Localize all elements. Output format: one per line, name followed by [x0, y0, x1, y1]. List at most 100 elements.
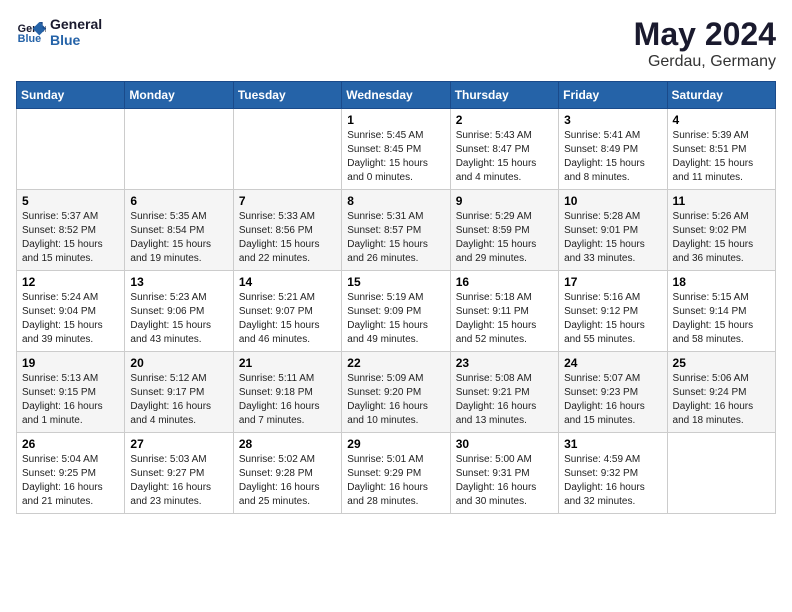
day-number: 1 — [347, 113, 444, 127]
calendar-cell: 16Sunrise: 5:18 AM Sunset: 9:11 PM Dayli… — [450, 271, 558, 352]
day-number: 26 — [22, 437, 119, 451]
day-number: 28 — [239, 437, 336, 451]
calendar-week-row: 1Sunrise: 5:45 AM Sunset: 8:45 PM Daylig… — [17, 109, 776, 190]
calendar-cell: 23 Sunrise: 5:08 AM Sunset: 9:21 PM Dayli… — [450, 352, 558, 433]
calendar-cell — [125, 109, 233, 190]
day-number: 9 — [456, 194, 553, 208]
day-number: 20 — [130, 356, 227, 370]
title-block: May 2024 Gerdau, Germany — [634, 16, 776, 71]
calendar-cell — [667, 433, 775, 514]
calendar-cell: 20 Sunrise: 5:12 AM Sunset: 9:17 PM Dayli… — [125, 352, 233, 433]
weekday-header-thursday: Thursday — [450, 82, 558, 109]
day-info: Sunrise: 5:09 AM Sunset: 9:20 PM Dayligh… — [347, 372, 444, 428]
calendar-cell: 17Sunrise: 5:16 AM Sunset: 9:12 PM Dayli… — [559, 271, 667, 352]
day-info: Sunrise: 5:28 AM Sunset: 9:01 PM Dayligh… — [564, 210, 661, 266]
weekday-header-wednesday: Wednesday — [342, 82, 450, 109]
calendar-cell: 21 Sunrise: 5:11 AM Sunset: 9:18 PM Dayli… — [233, 352, 341, 433]
day-info: Sunrise: 5:06 AM Sunset: 9:24 PM Dayligh… — [673, 372, 770, 428]
day-number: 15 — [347, 275, 444, 289]
calendar-cell: 25 Sunrise: 5:06 AM Sunset: 9:24 PM Dayli… — [667, 352, 775, 433]
calendar-cell: 4 Sunrise: 5:39 AM Sunset: 8:51 PM Daylig… — [667, 109, 775, 190]
calendar-cell: 27Sunrise: 5:03 AM Sunset: 9:27 PM Dayli… — [125, 433, 233, 514]
calendar-body: 1Sunrise: 5:45 AM Sunset: 8:45 PM Daylig… — [17, 109, 776, 514]
weekday-header-friday: Friday — [559, 82, 667, 109]
day-info: Sunrise: 5:31 AM Sunset: 8:57 PM Dayligh… — [347, 210, 444, 266]
weekday-header-sunday: Sunday — [17, 82, 125, 109]
day-info: Sunrise: 5:33 AM Sunset: 8:56 PM Dayligh… — [239, 210, 336, 266]
calendar-cell: 30 Sunrise: 5:00 AM Sunset: 9:31 PM Dayli… — [450, 433, 558, 514]
day-info: Sunrise: 5:08 AM Sunset: 9:21 PM Dayligh… — [456, 372, 553, 428]
day-info: Sunrise: 5:43 AM Sunset: 8:47 PM Dayligh… — [456, 129, 553, 185]
weekday-header-saturday: Saturday — [667, 82, 775, 109]
day-number: 23 — [456, 356, 553, 370]
calendar-header: SundayMondayTuesdayWednesdayThursdayFrid… — [17, 82, 776, 109]
logo: General Blue General Blue — [16, 16, 102, 48]
day-number: 30 — [456, 437, 553, 451]
calendar-cell: 28Sunrise: 5:02 AM Sunset: 9:28 PM Dayli… — [233, 433, 341, 514]
day-number: 4 — [673, 113, 770, 127]
calendar-week-row: 12Sunrise: 5:24 AM Sunset: 9:04 PM Dayli… — [17, 271, 776, 352]
day-info: Sunrise: 5:12 AM Sunset: 9:17 PM Dayligh… — [130, 372, 227, 428]
day-number: 29 — [347, 437, 444, 451]
calendar-title: May 2024 — [634, 16, 776, 53]
calendar-cell: 18 Sunrise: 5:15 AM Sunset: 9:14 PM Dayli… — [667, 271, 775, 352]
day-number: 10 — [564, 194, 661, 208]
day-number: 17 — [564, 275, 661, 289]
page-header: General Blue General Blue May 2024 Gerda… — [16, 16, 776, 71]
calendar-cell: 6 Sunrise: 5:35 AM Sunset: 8:54 PM Daylig… — [125, 190, 233, 271]
calendar-cell: 22 Sunrise: 5:09 AM Sunset: 9:20 PM Dayli… — [342, 352, 450, 433]
day-info: Sunrise: 5:01 AM Sunset: 9:29 PM Dayligh… — [347, 453, 444, 509]
calendar-cell: 11 Sunrise: 5:26 AM Sunset: 9:02 PM Dayli… — [667, 190, 775, 271]
calendar-cell — [233, 109, 341, 190]
day-number: 2 — [456, 113, 553, 127]
day-number: 25 — [673, 356, 770, 370]
day-info: Sunrise: 5:03 AM Sunset: 9:27 PM Dayligh… — [130, 453, 227, 509]
calendar-week-row: 26Sunrise: 5:04 AM Sunset: 9:25 PM Dayli… — [17, 433, 776, 514]
calendar-cell: 24Sunrise: 5:07 AM Sunset: 9:23 PM Dayli… — [559, 352, 667, 433]
day-info: Sunrise: 5:41 AM Sunset: 8:49 PM Dayligh… — [564, 129, 661, 185]
day-number: 12 — [22, 275, 119, 289]
day-info: Sunrise: 5:11 AM Sunset: 9:18 PM Dayligh… — [239, 372, 336, 428]
day-info: Sunrise: 5:26 AM Sunset: 9:02 PM Dayligh… — [673, 210, 770, 266]
day-number: 11 — [673, 194, 770, 208]
day-info: Sunrise: 5:15 AM Sunset: 9:14 PM Dayligh… — [673, 291, 770, 347]
calendar-cell: 1Sunrise: 5:45 AM Sunset: 8:45 PM Daylig… — [342, 109, 450, 190]
day-info: Sunrise: 5:19 AM Sunset: 9:09 PM Dayligh… — [347, 291, 444, 347]
day-number: 6 — [130, 194, 227, 208]
calendar-cell: 14Sunrise: 5:21 AM Sunset: 9:07 PM Dayli… — [233, 271, 341, 352]
calendar-subtitle: Gerdau, Germany — [634, 53, 776, 71]
logo-text-blue: Blue — [50, 32, 102, 48]
calendar-cell: 12Sunrise: 5:24 AM Sunset: 9:04 PM Dayli… — [17, 271, 125, 352]
logo-text-general: General — [50, 16, 102, 32]
day-number: 5 — [22, 194, 119, 208]
day-info: Sunrise: 5:23 AM Sunset: 9:06 PM Dayligh… — [130, 291, 227, 347]
day-number: 31 — [564, 437, 661, 451]
calendar-cell: 2 Sunrise: 5:43 AM Sunset: 8:47 PM Daylig… — [450, 109, 558, 190]
logo-icon: General Blue — [16, 17, 46, 47]
calendar-cell: 5 Sunrise: 5:37 AM Sunset: 8:52 PM Daylig… — [17, 190, 125, 271]
day-number: 18 — [673, 275, 770, 289]
calendar-cell: 9Sunrise: 5:29 AM Sunset: 8:59 PM Daylig… — [450, 190, 558, 271]
weekday-header-tuesday: Tuesday — [233, 82, 341, 109]
calendar-cell: 7 Sunrise: 5:33 AM Sunset: 8:56 PM Daylig… — [233, 190, 341, 271]
day-info: Sunrise: 5:13 AM Sunset: 9:15 PM Dayligh… — [22, 372, 119, 428]
weekday-header-row: SundayMondayTuesdayWednesdayThursdayFrid… — [17, 82, 776, 109]
calendar-week-row: 19Sunrise: 5:13 AM Sunset: 9:15 PM Dayli… — [17, 352, 776, 433]
day-info: Sunrise: 5:37 AM Sunset: 8:52 PM Dayligh… — [22, 210, 119, 266]
calendar-cell: 13 Sunrise: 5:23 AM Sunset: 9:06 PM Dayli… — [125, 271, 233, 352]
calendar-cell: 29 Sunrise: 5:01 AM Sunset: 9:29 PM Dayli… — [342, 433, 450, 514]
calendar-week-row: 5 Sunrise: 5:37 AM Sunset: 8:52 PM Daylig… — [17, 190, 776, 271]
day-info: Sunrise: 5:21 AM Sunset: 9:07 PM Dayligh… — [239, 291, 336, 347]
day-info: Sunrise: 4:59 AM Sunset: 9:32 PM Dayligh… — [564, 453, 661, 509]
day-number: 13 — [130, 275, 227, 289]
day-info: Sunrise: 5:35 AM Sunset: 8:54 PM Dayligh… — [130, 210, 227, 266]
day-number: 7 — [239, 194, 336, 208]
calendar-cell: 31 Sunrise: 4:59 AM Sunset: 9:32 PM Dayli… — [559, 433, 667, 514]
day-number: 3 — [564, 113, 661, 127]
day-number: 21 — [239, 356, 336, 370]
day-info: Sunrise: 5:39 AM Sunset: 8:51 PM Dayligh… — [673, 129, 770, 185]
calendar-cell: 3 Sunrise: 5:41 AM Sunset: 8:49 PM Daylig… — [559, 109, 667, 190]
day-info: Sunrise: 5:00 AM Sunset: 9:31 PM Dayligh… — [456, 453, 553, 509]
svg-text:Blue: Blue — [18, 33, 41, 45]
day-number: 22 — [347, 356, 444, 370]
